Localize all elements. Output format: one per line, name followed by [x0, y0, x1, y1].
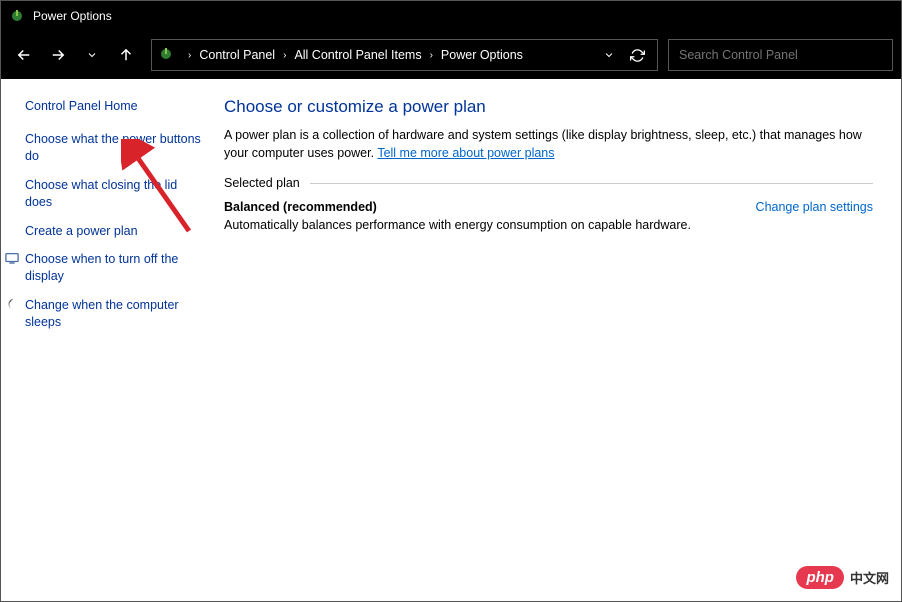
power-plan-row: Balanced (recommended) Automatically bal… [224, 200, 873, 232]
back-button[interactable] [9, 40, 39, 70]
watermark: php 中文网 [796, 566, 889, 589]
change-plan-settings-link[interactable]: Change plan settings [756, 200, 873, 214]
chevron-right-icon[interactable]: › [182, 50, 197, 61]
selected-plan-header: Selected plan [224, 176, 873, 190]
sidebar-item-computer-sleeps[interactable]: Change when the computer sleeps [25, 297, 204, 331]
plan-name: Balanced (recommended) [224, 200, 691, 214]
sidebar-item-label: Choose what closing the lid does [25, 177, 204, 211]
moon-icon [5, 297, 21, 316]
navigation-bar: › Control Panel › All Control Panel Item… [1, 31, 901, 79]
breadcrumb-power-options[interactable]: Power Options [439, 48, 525, 62]
sidebar-item-label: Choose what the power buttons do [25, 131, 204, 165]
window-titlebar: Power Options [1, 1, 901, 31]
address-dropdown-button[interactable] [595, 41, 623, 69]
main-panel: Choose or customize a power plan A power… [216, 79, 901, 601]
sidebar: Control Panel Home Choose what the power… [1, 79, 216, 601]
chevron-right-icon[interactable]: › [277, 50, 292, 61]
up-button[interactable] [111, 40, 141, 70]
sidebar-item-power-buttons[interactable]: Choose what the power buttons do [25, 131, 204, 165]
chevron-right-icon[interactable]: › [424, 50, 439, 61]
breadcrumb-control-panel[interactable]: Control Panel [197, 48, 277, 62]
page-description: A power plan is a collection of hardware… [224, 127, 873, 162]
sidebar-item-label: Create a power plan [25, 223, 138, 240]
sidebar-item-label: Change when the computer sleeps [25, 297, 204, 331]
sidebar-item-closing-lid[interactable]: Choose what closing the lid does [25, 177, 204, 211]
refresh-button[interactable] [623, 41, 651, 69]
search-box[interactable] [668, 39, 893, 71]
address-bar[interactable]: › Control Panel › All Control Panel Item… [151, 39, 658, 71]
power-options-icon [158, 46, 176, 64]
breadcrumb-all-items[interactable]: All Control Panel Items [292, 48, 423, 62]
learn-more-link[interactable]: Tell me more about power plans [377, 146, 554, 160]
power-options-icon [9, 8, 25, 24]
php-logo: php [796, 566, 844, 589]
sidebar-item-create-plan[interactable]: Create a power plan [25, 223, 204, 240]
plan-description: Automatically balances performance with … [224, 218, 691, 232]
control-panel-home-link[interactable]: Control Panel Home [25, 99, 204, 113]
forward-button[interactable] [43, 40, 73, 70]
search-input[interactable] [679, 48, 882, 62]
section-label: Selected plan [224, 176, 310, 190]
sidebar-item-label: Choose when to turn off the display [25, 251, 204, 285]
page-title: Choose or customize a power plan [224, 97, 873, 117]
sidebar-item-turn-off-display[interactable]: Choose when to turn off the display [25, 251, 204, 285]
display-icon [5, 251, 21, 270]
watermark-text: 中文网 [850, 568, 889, 587]
recent-dropdown-button[interactable] [77, 40, 107, 70]
divider-line [310, 183, 873, 184]
breadcrumb: › Control Panel › All Control Panel Item… [182, 48, 525, 62]
content-area: Control Panel Home Choose what the power… [1, 79, 901, 601]
window-title: Power Options [33, 9, 112, 23]
